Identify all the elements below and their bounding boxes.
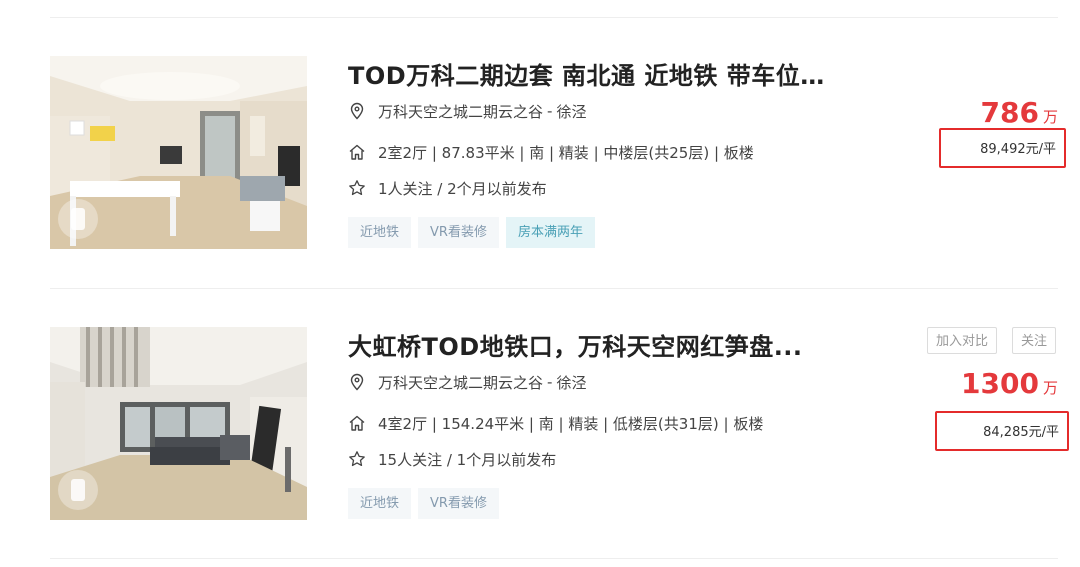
listing-title[interactable]: 大虹桥TOD地铁口，万科天空网红笋盘... bbox=[348, 327, 828, 362]
community-link[interactable]: 万科天空之城二期云之谷 bbox=[378, 372, 543, 393]
total-price-value: 1300 bbox=[961, 367, 1039, 400]
tag-list: 近地铁 VR看装修 房本满两年 bbox=[348, 217, 602, 248]
bottom-divider bbox=[50, 558, 1058, 559]
house-icon bbox=[349, 144, 365, 160]
listing-title[interactable]: TOD万科二期边套 南北通 近地铁 带车位... bbox=[348, 56, 828, 91]
follow-info: 15人关注 / 1个月以前发布 bbox=[378, 450, 557, 469]
vr-icon[interactable] bbox=[58, 199, 98, 239]
listing-photo[interactable] bbox=[50, 327, 307, 520]
listing-divider bbox=[50, 288, 1058, 289]
location-row: 万科天空之城二期云之谷 - 徐泾 bbox=[348, 100, 586, 122]
star-icon bbox=[349, 180, 365, 196]
follow-button[interactable]: 关注 bbox=[1012, 327, 1057, 354]
unit-price: 84,285元/平 bbox=[935, 411, 1069, 451]
location-row: 万科天空之城二期云之谷 - 徐泾 bbox=[348, 371, 586, 393]
listing-item: 大虹桥TOD地铁口，万科天空网红笋盘... 万科天空之城二期云之谷 - 徐泾 4… bbox=[50, 327, 1069, 527]
tag-vr-decoration: VR看装修 bbox=[418, 217, 499, 248]
tag-list: 近地铁 VR看装修 bbox=[348, 488, 506, 519]
house-details-row: 4室2厅 | 154.24平米 | 南 | 精装 | 低楼层(共31层) | 板… bbox=[348, 412, 763, 434]
house-details: 4室2厅 | 154.24平米 | 南 | 精装 | 低楼层(共31层) | 板… bbox=[378, 414, 764, 433]
tag-near-subway: 近地铁 bbox=[348, 488, 412, 519]
follow-info: 1人关注 / 2个月以前发布 bbox=[378, 179, 547, 198]
total-price: 786 万 bbox=[981, 96, 1058, 129]
location-separator: - bbox=[547, 102, 553, 120]
tag-near-subway: 近地铁 bbox=[348, 217, 412, 248]
total-price-value: 786 bbox=[980, 96, 1039, 129]
house-details: 2室2厅 | 87.83平米 | 南 | 精装 | 中楼层(共25层) | 板楼 bbox=[378, 143, 754, 162]
listing-item: TOD万科二期边套 南北通 近地铁 带车位... 万科天空之城二期云之谷 - 徐… bbox=[50, 56, 1066, 256]
total-price-unit: 万 bbox=[1042, 108, 1058, 126]
star-icon bbox=[349, 451, 365, 467]
tag-deed-two-years: 房本满两年 bbox=[505, 217, 595, 248]
house-icon bbox=[349, 415, 365, 431]
total-price: 1300 万 bbox=[961, 367, 1058, 400]
total-price-unit: 万 bbox=[1042, 379, 1058, 397]
follow-row: 1人关注 / 2个月以前发布 bbox=[348, 177, 547, 199]
location-pin-icon bbox=[350, 102, 364, 120]
location-pin-icon bbox=[350, 373, 364, 391]
unit-price: 89,492元/平 bbox=[939, 128, 1066, 168]
community-link[interactable]: 万科天空之城二期云之谷 bbox=[378, 101, 543, 122]
district-link[interactable]: 徐泾 bbox=[556, 372, 586, 393]
vr-icon[interactable] bbox=[58, 470, 98, 510]
listing-photo[interactable] bbox=[50, 56, 307, 249]
location-separator: - bbox=[547, 373, 553, 391]
top-divider bbox=[50, 17, 1058, 18]
district-link[interactable]: 徐泾 bbox=[556, 101, 586, 122]
follow-row: 15人关注 / 1个月以前发布 bbox=[348, 448, 556, 470]
house-details-row: 2室2厅 | 87.83平米 | 南 | 精装 | 中楼层(共25层) | 板楼 bbox=[348, 141, 754, 163]
add-to-compare-button[interactable]: 加入对比 bbox=[927, 327, 998, 354]
tag-vr-decoration: VR看装修 bbox=[418, 488, 499, 519]
